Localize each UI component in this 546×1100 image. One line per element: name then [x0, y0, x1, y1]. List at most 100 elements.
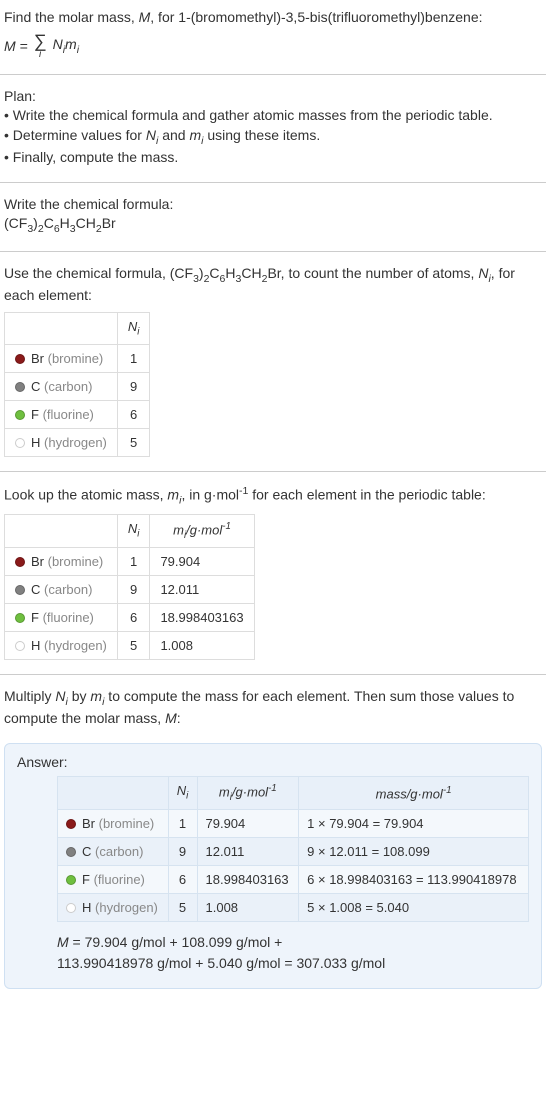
mass-table: Ni mi/g·mol-1 Br (bromine)179.904C (carb…: [4, 514, 255, 660]
element-dot-icon: [66, 819, 76, 829]
table-row: Br (bromine)179.904: [5, 547, 255, 575]
multiply-section: Multiply Ni by mi to compute the mass fo…: [0, 679, 546, 739]
element-name: (fluorine): [94, 872, 145, 887]
molar-mass-equation: M = ∑ i Nimi: [4, 32, 542, 60]
element-name: (carbon): [95, 844, 143, 859]
th-ni: N: [128, 521, 137, 536]
answer-label: Answer:: [17, 754, 529, 770]
element-symbol: F: [31, 407, 39, 422]
element-name: (carbon): [44, 379, 92, 394]
element-symbol: Br: [31, 351, 44, 366]
table-row: Br (bromine)1: [5, 344, 150, 372]
element-symbol: F: [82, 872, 90, 887]
element-symbol: Br: [31, 554, 44, 569]
eq-m-sub: i: [77, 43, 79, 55]
element-dot-icon: [66, 875, 76, 885]
element-dot-icon: [15, 613, 25, 623]
intro-section: Find the molar mass, M, for 1-(bromometh…: [0, 0, 546, 70]
element-symbol: C: [31, 582, 40, 597]
mu-a: Multiply: [4, 688, 55, 704]
th-mass-sup: -1: [443, 785, 452, 796]
plan-bullet-2: • Determine values for Ni and mi using t…: [4, 126, 542, 148]
answer-table: Ni mi/g·mol-1 mass/g·mol-1 Br (bromine)1…: [57, 776, 529, 922]
table-row: F (fluorine)6: [5, 400, 150, 428]
eq-left: M =: [4, 38, 28, 54]
element-symbol: C: [31, 379, 40, 394]
intro-line: Find the molar mass, M, for 1-(bromometh…: [4, 8, 542, 28]
th-ni-sub: i: [186, 791, 188, 802]
element-symbol: H: [31, 638, 40, 653]
th-ni: N: [128, 319, 137, 334]
th-mi: m: [219, 784, 230, 799]
th-ni-sub: i: [137, 327, 139, 338]
element-dot-icon: [66, 903, 76, 913]
element-dot-icon: [15, 557, 25, 567]
plan-bullet-1: • Write the chemical formula and gather …: [4, 106, 542, 126]
table-row: H (hydrogen)51.0085 × 1.008 = 5.040: [58, 893, 529, 921]
count-atoms-section: Use the chemical formula, (CF3)2C6H3CH2B…: [0, 256, 546, 467]
th-mi-c: /g·mol: [186, 522, 222, 537]
am-e: -1: [239, 485, 248, 497]
divider: [0, 182, 546, 183]
intro-m: M: [139, 9, 151, 25]
cf-part: (CF: [4, 215, 27, 231]
divider: [0, 74, 546, 75]
table-row: Br (bromine)179.9041 × 79.904 = 79.904: [58, 809, 529, 837]
mu-h: M: [165, 710, 177, 726]
divider: [0, 471, 546, 472]
element-symbol: H: [82, 900, 91, 915]
element-symbol: F: [31, 610, 39, 625]
intro-text: Find the molar mass,: [4, 9, 139, 25]
ca-a: Use the chemical formula, (CF: [4, 265, 193, 281]
answer-box: Answer: Ni mi/g·mol-1 mass/g·mol-1 Br (b…: [4, 743, 542, 989]
element-symbol: Br: [82, 816, 95, 831]
th-mi: m: [173, 522, 184, 537]
plan-bullet-3: • Finally, compute the mass.: [4, 148, 542, 168]
th-ni: N: [177, 783, 186, 798]
th-mass: mass/g·mol: [376, 786, 443, 801]
table-row: C (carbon)912.011: [5, 575, 255, 603]
final-equation: M = 79.904 g/mol + 108.099 g/mol + 113.9…: [57, 932, 529, 974]
table-header: Ni mi/g·mol-1: [5, 514, 255, 547]
table-row: H (hydrogen)5: [5, 428, 150, 456]
am-b: m: [167, 486, 179, 502]
divider: [0, 674, 546, 675]
ca-i: CH: [241, 265, 261, 281]
cf-part: Br: [102, 215, 116, 231]
sigma-icon: ∑ i: [34, 32, 47, 60]
final-m: M: [57, 934, 69, 950]
table-row: C (carbon)912.0119 × 12.011 = 108.099: [58, 837, 529, 865]
element-name: (hydrogen): [95, 900, 158, 915]
element-dot-icon: [15, 585, 25, 595]
eq-nimi: Nimi: [53, 36, 79, 56]
table-row: H (hydrogen)51.008: [5, 631, 255, 659]
atomic-mass-text: Look up the atomic mass, mi, in g·mol-1 …: [4, 484, 542, 508]
cf-part: H: [60, 215, 70, 231]
plan-title: Plan:: [4, 87, 542, 107]
eq-n: N: [53, 36, 63, 52]
element-name: (carbon): [44, 582, 92, 597]
element-name: (bromine): [48, 554, 104, 569]
plan-section: Plan: • Write the chemical formula and g…: [0, 79, 546, 178]
cf-part: C: [44, 215, 54, 231]
plan-b2-b: N: [146, 127, 156, 143]
ca-g: H: [225, 265, 235, 281]
th-ni-sub: i: [137, 529, 139, 540]
atomic-mass-section: Look up the atomic mass, mi, in g·mol-1 …: [0, 476, 546, 670]
element-name: (bromine): [48, 351, 104, 366]
element-dot-icon: [15, 354, 25, 364]
table-header: Ni mi/g·mol-1 mass/g·mol-1: [58, 776, 529, 809]
plan-b2-e: m: [189, 127, 201, 143]
am-a: Look up the atomic mass,: [4, 486, 167, 502]
table-header: Ni: [5, 313, 150, 345]
element-symbol: C: [82, 844, 91, 859]
mu-d: by: [68, 688, 91, 704]
final-line1: = 79.904 g/mol + 108.099 g/mol +: [69, 934, 283, 950]
mu-i: :: [177, 710, 181, 726]
count-table: Ni Br (bromine)1C (carbon)9F (fluorine)6…: [4, 312, 150, 457]
element-name: (fluorine): [43, 407, 94, 422]
element-dot-icon: [66, 847, 76, 857]
th-mi-d: -1: [268, 783, 277, 794]
element-name: (bromine): [99, 816, 155, 831]
th-mi-c: /g·mol: [232, 784, 268, 799]
